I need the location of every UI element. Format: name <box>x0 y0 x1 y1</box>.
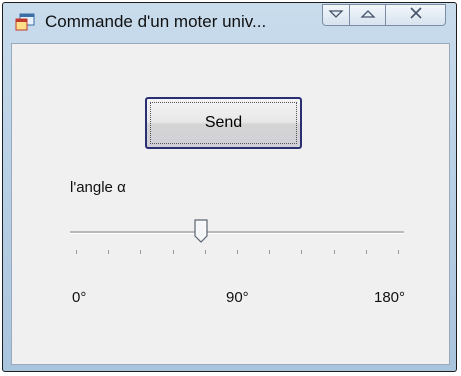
close-icon <box>409 6 423 24</box>
send-button[interactable]: Send <box>145 97 302 149</box>
slider-tick <box>204 250 206 254</box>
app-window: Commande d'un moter univ... Send l'angle… <box>2 2 457 372</box>
minimize-icon <box>328 6 344 24</box>
slider-tick <box>172 250 174 254</box>
app-window-icon <box>15 13 35 31</box>
slider-tick <box>76 250 77 254</box>
scale-min-label: 0° <box>72 289 87 306</box>
slider-tick <box>237 250 238 254</box>
caption-buttons <box>322 4 446 26</box>
slider-tick <box>140 250 142 254</box>
scale-max-label: 180° <box>374 289 406 306</box>
slider-tick <box>398 250 399 254</box>
close-button[interactable] <box>386 4 446 26</box>
slider-track[interactable] <box>70 231 404 234</box>
slider-tick <box>269 250 271 254</box>
angle-label: l'angle α <box>70 179 126 196</box>
slider-tick <box>301 250 303 254</box>
angle-slider[interactable] <box>70 214 404 264</box>
title-bar[interactable]: Commande d'un moter univ... <box>3 3 456 41</box>
form-client-area: Send l'angle α 0° 90° 180° <box>11 43 450 365</box>
maximize-icon <box>359 6 376 24</box>
scale-mid-label: 90° <box>226 289 249 306</box>
minimize-button[interactable] <box>322 4 350 26</box>
slider-tick <box>108 250 110 254</box>
slider-tick <box>333 250 335 254</box>
slider-thumb[interactable] <box>194 219 208 243</box>
slider-tick <box>365 250 367 254</box>
maximize-button[interactable] <box>350 4 386 26</box>
window-title: Commande d'un moter univ... <box>45 12 267 31</box>
